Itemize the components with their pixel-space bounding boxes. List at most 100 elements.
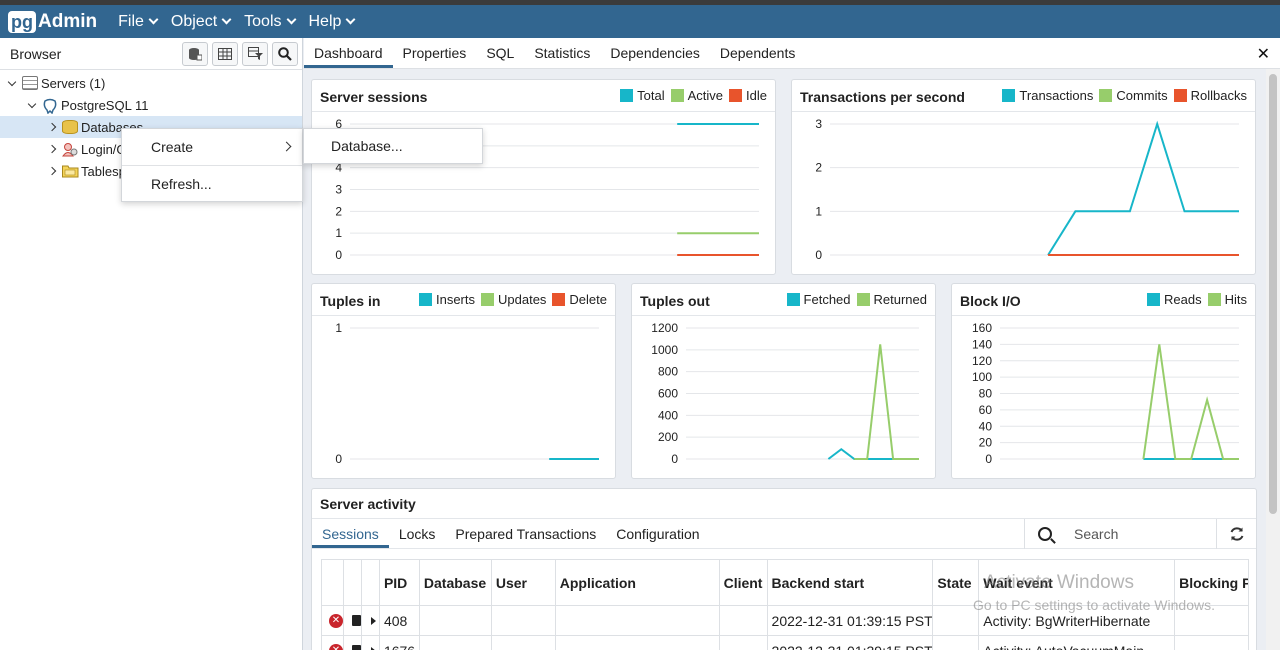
column-header[interactable]: Wait event xyxy=(979,560,1176,605)
chevron-down-icon xyxy=(345,14,356,25)
table-cell: 1676 xyxy=(380,636,420,650)
column-header[interactable]: Database xyxy=(420,560,492,605)
y-tick-label: 1000 xyxy=(651,343,678,357)
legend-swatch xyxy=(1173,89,1187,102)
tab-dependencies[interactable]: Dependencies xyxy=(600,38,710,68)
action-cell[interactable]: ✕ xyxy=(322,606,344,635)
table-grid-icon xyxy=(218,47,232,60)
tab-sessions[interactable]: Sessions xyxy=(312,519,389,548)
tab-statistics[interactable]: Statistics xyxy=(524,38,600,68)
legend-swatch xyxy=(670,89,684,102)
column-header[interactable]: PID xyxy=(380,560,420,605)
legend-item: Inserts xyxy=(418,292,475,307)
column-header[interactable]: Application xyxy=(556,560,720,605)
y-tick-label: 400 xyxy=(658,408,678,422)
y-tick-label: 160 xyxy=(972,321,992,335)
terminate-session-icon[interactable] xyxy=(351,615,361,626)
tab-configuration[interactable]: Configuration xyxy=(606,519,709,548)
menu-file[interactable]: File xyxy=(118,12,159,31)
server-sessions-legend: Total Active Idle xyxy=(620,88,767,103)
legend-item: Updates xyxy=(481,292,546,307)
column-header[interactable]: State xyxy=(933,560,980,605)
top-navbar: pg Admin File Object Tools Help xyxy=(0,5,1280,38)
refresh-button[interactable] xyxy=(1216,519,1256,549)
tuples-in-chart: 01 xyxy=(335,321,599,466)
submenu-create-database[interactable]: Database... xyxy=(303,128,483,164)
tab-sql[interactable]: SQL xyxy=(476,38,524,68)
tree-toggle[interactable] xyxy=(24,99,40,108)
servers-icon xyxy=(22,76,38,90)
tree-node-postgres[interactable]: PostgreSQL 11 xyxy=(0,94,302,116)
action-cell[interactable] xyxy=(344,636,362,650)
tree-toggle[interactable] xyxy=(44,122,60,132)
legend-label: Delete xyxy=(569,292,607,307)
legend-label: Commits xyxy=(1116,88,1168,103)
action-cell[interactable] xyxy=(344,606,362,635)
chevron-down-icon xyxy=(221,14,232,25)
activity-search-box[interactable]: Search xyxy=(1024,519,1217,549)
tab-prepared-transactions[interactable]: Prepared Transactions xyxy=(445,519,606,548)
legend-label: Returned xyxy=(873,292,927,307)
menu-tools[interactable]: Tools xyxy=(244,13,296,31)
scrollbar-thumb[interactable] xyxy=(1269,74,1277,514)
terminate-session-icon[interactable] xyxy=(351,645,361,650)
column-header[interactable]: Blocking PIDs xyxy=(1175,560,1249,605)
table-cell xyxy=(420,606,492,635)
table-cell xyxy=(933,606,980,635)
context-menu-create[interactable]: Create xyxy=(122,129,302,165)
tab-properties[interactable]: Properties xyxy=(393,38,477,68)
tab-locks[interactable]: Locks xyxy=(389,519,446,548)
y-tick-label: 20 xyxy=(979,436,993,450)
context-menu-refresh[interactable]: Refresh... xyxy=(122,166,302,202)
legend-item: Commits xyxy=(1099,88,1168,103)
table-header-row: PID Database User Application Client Backend … xyxy=(322,560,1249,606)
legend-label: Updates xyxy=(498,292,547,307)
chevron-right-icon xyxy=(47,122,57,132)
column-header[interactable]: Client xyxy=(720,560,768,605)
tree-node-servers[interactable]: Servers (1) xyxy=(0,72,302,94)
menu-help[interactable]: Help xyxy=(309,13,356,31)
chevron-down-icon xyxy=(27,99,37,108)
table-cell xyxy=(420,636,492,650)
database-query-icon xyxy=(189,47,202,60)
search-objects-button[interactable] xyxy=(272,41,298,66)
view-data-button[interactable] xyxy=(212,41,238,66)
table-row[interactable]: ✕ 1676 2022-12-31 01:39:15 PST Activity: Au… xyxy=(322,636,1249,650)
expand-row-icon[interactable] xyxy=(370,646,376,650)
tablespace-folder-icon xyxy=(62,164,79,178)
action-cell[interactable] xyxy=(362,606,380,635)
series-line-transactions xyxy=(1047,120,1239,256)
query-tool-button[interactable] xyxy=(182,41,208,66)
tree-toggle[interactable] xyxy=(44,144,60,154)
tab-dashboard[interactable]: Dashboard xyxy=(304,38,393,68)
column-header[interactable]: Backend start xyxy=(768,560,934,605)
tree-toggle[interactable] xyxy=(4,77,20,86)
vertical-scrollbar[interactable] xyxy=(1266,69,1280,650)
column-header[interactable]: User xyxy=(492,560,556,605)
filtered-rows-button[interactable] xyxy=(242,41,268,66)
y-tick-label: 800 xyxy=(658,365,678,379)
menu-object[interactable]: Object xyxy=(171,13,232,31)
menu-file-label: File xyxy=(118,12,144,30)
table-cell xyxy=(492,636,556,650)
y-tick-label: 60 xyxy=(979,403,993,417)
legend-item: Transactions xyxy=(1002,88,1093,103)
legend-item: Fetched xyxy=(786,292,851,307)
cancel-query-icon[interactable]: ✕ xyxy=(329,613,343,628)
tree-toggle[interactable] xyxy=(44,166,60,176)
legend-swatch xyxy=(786,293,800,306)
action-cell[interactable]: ✕ xyxy=(322,636,344,650)
action-cell[interactable] xyxy=(362,636,380,650)
tab-dependents[interactable]: Dependents xyxy=(710,38,806,68)
tuples-out-card: Tuples out Fetched Returned 0 200 400 600 80… xyxy=(631,283,936,479)
y-tick-label: 100 xyxy=(972,370,992,384)
pgadmin-logo[interactable]: pg Admin xyxy=(8,10,97,33)
search-input[interactable]: Search xyxy=(1074,526,1118,542)
y-tick-label: 140 xyxy=(972,337,992,351)
legend-item: Rollbacks xyxy=(1173,88,1247,103)
legend-swatch xyxy=(1147,293,1161,306)
expand-row-icon[interactable] xyxy=(370,616,376,625)
cancel-query-icon[interactable]: ✕ xyxy=(329,643,343,650)
close-icon[interactable]: ✕ xyxy=(1257,44,1270,64)
table-row[interactable]: ✕ 408 2022-12-31 01:39:15 PST Activity: BgW… xyxy=(322,606,1249,636)
